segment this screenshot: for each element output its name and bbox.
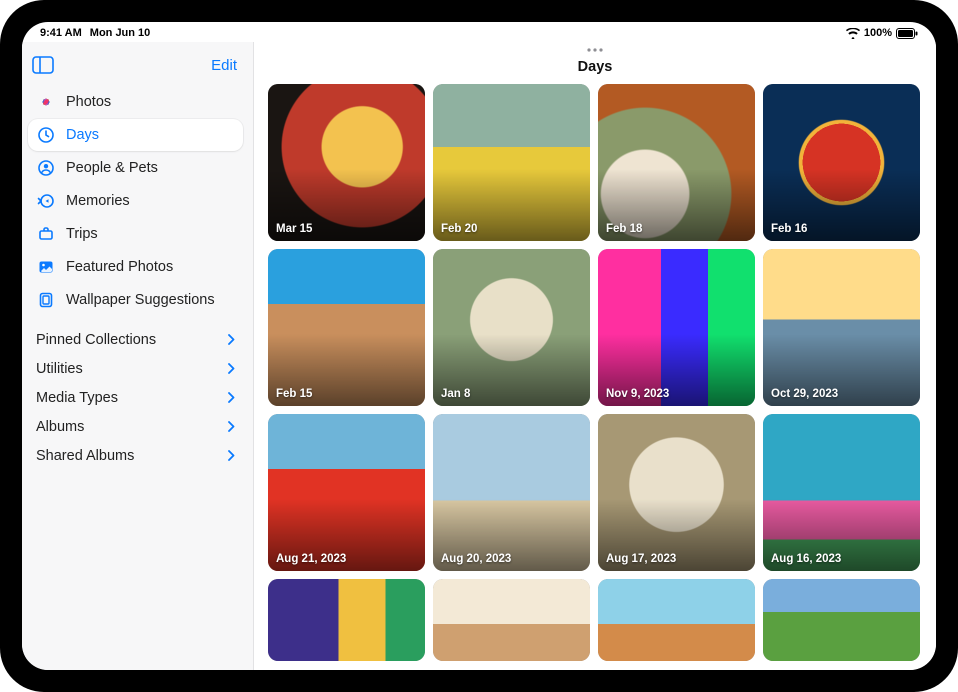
day-tile[interactable]: Feb 15 <box>268 249 425 406</box>
sidebar-item-wallpaper-suggestions[interactable]: Wallpaper Suggestions <box>28 284 243 316</box>
battery-icon <box>896 28 918 39</box>
screen: 9:41 AM Mon Jun 10 100% Ed <box>22 22 936 670</box>
section-label: Utilities <box>36 361 83 377</box>
tile-date: Jan 8 <box>441 388 470 400</box>
section-label: Shared Albums <box>36 448 134 464</box>
day-tile[interactable] <box>763 579 920 661</box>
day-tile[interactable]: Aug 20, 2023 <box>433 414 590 571</box>
tile-date: Aug 21, 2023 <box>276 553 346 565</box>
day-tile[interactable]: Nov 9, 2023 <box>598 249 755 406</box>
wifi-icon <box>846 28 860 39</box>
chevron-right-icon <box>228 332 235 348</box>
tile-date: Feb 15 <box>276 388 312 400</box>
day-tile[interactable]: Aug 21, 2023 <box>268 414 425 571</box>
day-tile[interactable] <box>268 579 425 661</box>
sidebar-item-label: Trips <box>66 226 98 242</box>
edit-button[interactable]: Edit <box>211 57 237 74</box>
day-tile[interactable]: Aug 16, 2023 <box>763 414 920 571</box>
day-tile[interactable]: Jan 8 <box>433 249 590 406</box>
section-pinned-collections[interactable]: Pinned Collections <box>28 326 243 354</box>
sidebar-nav-list: Photos Days People & Pets <box>28 86 243 316</box>
sidebar-item-label: People & Pets <box>66 160 158 176</box>
photo-featured-icon <box>36 257 56 277</box>
suitcase-icon <box>36 224 56 244</box>
section-label: Media Types <box>36 390 118 406</box>
tile-date: Oct 29, 2023 <box>771 388 838 400</box>
status-time: 9:41 AM <box>40 27 82 39</box>
section-media-types[interactable]: Media Types <box>28 384 243 412</box>
day-tile[interactable]: Oct 29, 2023 <box>763 249 920 406</box>
sidebar-item-featured-photos[interactable]: Featured Photos <box>28 251 243 283</box>
status-bar: 9:41 AM Mon Jun 10 100% <box>22 22 936 42</box>
photos-flower-icon <box>36 92 56 112</box>
chevron-right-icon <box>228 390 235 406</box>
content-area: Days Mar 15 Feb 20 Feb 18 Feb 16 Feb 15 … <box>254 42 936 670</box>
tile-date: Aug 20, 2023 <box>441 553 511 565</box>
section-albums[interactable]: Albums <box>28 413 243 441</box>
day-tile[interactable] <box>433 579 590 661</box>
section-shared-albums[interactable]: Shared Albums <box>28 442 243 470</box>
clock-icon <box>36 125 56 145</box>
day-tile[interactable]: Mar 15 <box>268 84 425 241</box>
memories-icon <box>36 191 56 211</box>
day-tile[interactable]: Aug 17, 2023 <box>598 414 755 571</box>
tile-date: Feb 20 <box>441 223 477 235</box>
tile-date: Mar 15 <box>276 223 312 235</box>
days-grid[interactable]: Mar 15 Feb 20 Feb 18 Feb 16 Feb 15 Jan 8… <box>254 80 936 670</box>
wallpaper-icon <box>36 290 56 310</box>
sidebar-item-memories[interactable]: Memories <box>28 185 243 217</box>
sidebar-item-label: Wallpaper Suggestions <box>66 292 215 308</box>
content-title: Days <box>578 59 613 75</box>
sidebar-toggle-button[interactable] <box>32 56 54 74</box>
sidebar-item-label: Memories <box>66 193 130 209</box>
section-label: Pinned Collections <box>36 332 156 348</box>
sidebar: Edit Photos Days <box>22 42 254 670</box>
status-date: Mon Jun 10 <box>90 27 151 39</box>
person-circle-icon <box>36 158 56 178</box>
section-utilities[interactable]: Utilities <box>28 355 243 383</box>
ipad-device-frame: 9:41 AM Mon Jun 10 100% Ed <box>0 0 958 692</box>
sidebar-item-label: Featured Photos <box>66 259 173 275</box>
day-tile[interactable]: Feb 18 <box>598 84 755 241</box>
sidebar-item-photos[interactable]: Photos <box>28 86 243 118</box>
tile-date: Feb 16 <box>771 223 807 235</box>
sidebar-item-days[interactable]: Days <box>28 119 243 151</box>
tile-date: Aug 17, 2023 <box>606 553 676 565</box>
chevron-right-icon <box>228 361 235 377</box>
content-header: Days <box>254 42 936 80</box>
tile-date: Aug 16, 2023 <box>771 553 841 565</box>
ellipsis-handle-icon[interactable] <box>585 42 605 56</box>
sidebar-item-label: Days <box>66 127 99 143</box>
sidebar-item-label: Photos <box>66 94 111 110</box>
tile-date: Nov 9, 2023 <box>606 388 669 400</box>
chevron-right-icon <box>228 419 235 435</box>
day-tile[interactable] <box>598 579 755 661</box>
chevron-right-icon <box>228 448 235 464</box>
sidebar-section-list: Pinned Collections Utilities Media Types <box>28 326 243 470</box>
day-tile[interactable]: Feb 16 <box>763 84 920 241</box>
sidebar-item-trips[interactable]: Trips <box>28 218 243 250</box>
sidebar-item-people-pets[interactable]: People & Pets <box>28 152 243 184</box>
day-tile[interactable]: Feb 20 <box>433 84 590 241</box>
status-battery-text: 100% <box>864 27 892 39</box>
section-label: Albums <box>36 419 84 435</box>
tile-date: Feb 18 <box>606 223 642 235</box>
